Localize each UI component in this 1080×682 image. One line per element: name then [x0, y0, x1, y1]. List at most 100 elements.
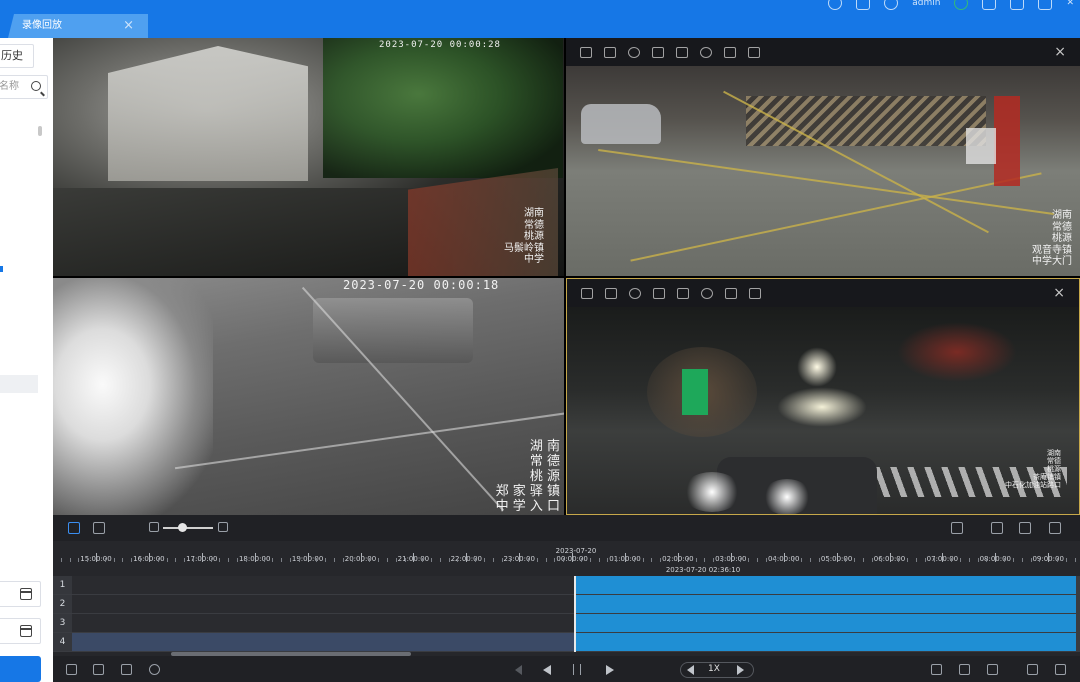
track-row[interactable]: 2: [53, 595, 1080, 614]
video-cell-3[interactable]: 2023-07-20 00:00:18 湖 南常 德桃 源郑 家 驿 镇中 学 …: [53, 278, 564, 515]
video-cell-2[interactable]: × 湖南 常德 桃源 观音寺镇 中学大门: [566, 38, 1080, 276]
user-label[interactable]: admin: [912, 0, 940, 8]
camera-icon[interactable]: [581, 287, 593, 299]
sidebar-scrollbar[interactable]: [38, 126, 42, 136]
zoom-slider-handle[interactable]: [178, 523, 187, 532]
maximize-icon[interactable]: [1038, 0, 1053, 10]
slow-down-icon[interactable]: [687, 665, 694, 675]
ruler-tick: [792, 558, 794, 562]
history-tab[interactable]: 历史: [0, 44, 34, 68]
speed-up-icon[interactable]: [737, 665, 744, 675]
zoom-slider[interactable]: [163, 527, 213, 529]
status-icon[interactable]: [954, 0, 969, 10]
track-scrollbar[interactable]: [1076, 576, 1080, 652]
ruler-tick: [148, 553, 150, 562]
search-input[interactable]: 名称: [0, 75, 48, 99]
sync-icon[interactable]: [68, 522, 80, 534]
doc-icon[interactable]: [982, 0, 997, 10]
pause-icon[interactable]: [573, 664, 581, 675]
close-window-icon[interactable]: ✕: [1066, 0, 1074, 8]
snapshot-icon[interactable]: [66, 664, 77, 675]
scene-board: [966, 128, 996, 164]
track-row[interactable]: 3: [53, 614, 1080, 633]
ruler-tick: [448, 558, 450, 562]
recording-segment[interactable]: [575, 595, 1080, 613]
stream-icon[interactable]: [652, 46, 664, 58]
window-icon[interactable]: [856, 0, 871, 10]
scene-building: [108, 46, 308, 181]
zoom-icon[interactable]: [628, 46, 640, 58]
download-icon[interactable]: [1019, 522, 1031, 534]
split-layout-icon[interactable]: [987, 664, 998, 675]
window-icon[interactable]: [959, 664, 970, 675]
ruler-tick: [536, 558, 538, 562]
pause-icon[interactable]: [724, 46, 736, 58]
ruler-tick: [131, 558, 133, 562]
fullscreen-icon[interactable]: [1055, 664, 1066, 675]
ruler-tick: [880, 558, 882, 562]
close-icon[interactable]: ×: [1054, 44, 1066, 60]
volume-icon[interactable]: [748, 46, 760, 58]
zoom-icon[interactable]: [629, 287, 641, 299]
close-icon[interactable]: ×: [1053, 285, 1065, 301]
restore-icon[interactable]: [1010, 0, 1025, 10]
recording-segment[interactable]: [575, 633, 1080, 651]
search-icon[interactable]: [31, 81, 41, 91]
stream-icon[interactable]: [653, 287, 665, 299]
refresh-icon[interactable]: [828, 0, 843, 10]
recording-segment[interactable]: [575, 576, 1080, 594]
play-icon[interactable]: [606, 665, 614, 675]
recording-segment[interactable]: [575, 614, 1080, 632]
record-icon[interactable]: [604, 46, 616, 58]
copy-icon[interactable]: [121, 664, 132, 675]
ruler-tick: [818, 558, 820, 562]
ruler-tick: [563, 558, 565, 562]
ruler-tick: [836, 553, 838, 562]
volume-icon[interactable]: [749, 287, 761, 299]
ptz-icon[interactable]: [700, 46, 712, 58]
step-back-icon[interactable]: [515, 665, 522, 675]
ruler-tick: [942, 553, 944, 562]
ruler-tick: [228, 558, 230, 562]
filter-icon[interactable]: [93, 522, 105, 534]
zoom-out-icon[interactable]: [149, 522, 159, 532]
clip-icon[interactable]: [991, 522, 1003, 534]
track-row[interactable]: 4: [53, 633, 1080, 652]
ruler-tick: [360, 553, 362, 562]
ruler-tick: [501, 558, 503, 562]
ruler-tick: [572, 553, 574, 562]
track-row[interactable]: 1: [53, 576, 1080, 595]
ptz-icon[interactable]: [701, 287, 713, 299]
prev-frame-icon[interactable]: [543, 665, 551, 675]
start-date-field[interactable]: [0, 581, 41, 607]
audio-icon[interactable]: [676, 46, 688, 58]
calendar-icon[interactable]: [20, 625, 32, 637]
selected-tree-row[interactable]: [0, 375, 38, 393]
pause-icon[interactable]: [725, 287, 737, 299]
star-icon[interactable]: [149, 664, 160, 675]
notification-icon[interactable]: [884, 0, 899, 10]
record-icon[interactable]: [605, 287, 617, 299]
video-cell-4[interactable]: × 湖南 常德 桃源 茶庵铺镇 中石化加油站路口: [566, 278, 1080, 515]
video-cell-1[interactable]: 2023-07-20 00:00:28 湖南 常德 桃源 马鬃岭镇 中学: [53, 38, 564, 276]
fullscreen-window-icon[interactable]: [1027, 664, 1038, 675]
analysis-icon[interactable]: [931, 664, 942, 675]
close-icon[interactable]: ×: [123, 14, 134, 38]
bookmark-icon[interactable]: [1049, 522, 1061, 534]
camera-icon[interactable]: [580, 46, 592, 58]
record-clip-icon[interactable]: [93, 664, 104, 675]
tab-playback[interactable]: 录像回放 ×: [8, 14, 148, 38]
zoom-in-icon[interactable]: [218, 522, 228, 532]
scene-tree: [323, 38, 563, 178]
scene-headlight: [777, 387, 867, 427]
calendar-icon[interactable]: [20, 588, 32, 600]
scene-plant: [53, 278, 213, 515]
playhead[interactable]: [574, 576, 576, 652]
audio-icon[interactable]: [677, 287, 689, 299]
ruler-tick: [69, 558, 71, 562]
query-button[interactable]: [0, 656, 41, 682]
layout-icon[interactable]: [951, 522, 963, 534]
end-date-field[interactable]: [0, 618, 41, 644]
time-ruler[interactable]: 2023-07-20 2023-07-20 02:36:10 15:00:001…: [53, 541, 1080, 576]
ruler-tick: [237, 558, 239, 562]
